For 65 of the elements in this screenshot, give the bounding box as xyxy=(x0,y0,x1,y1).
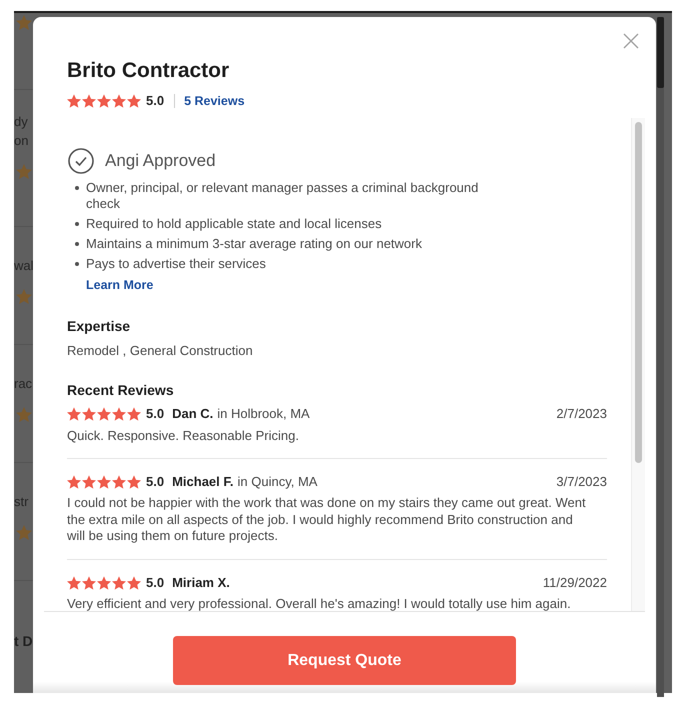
star-icon xyxy=(127,576,141,590)
background-listing-text: on xyxy=(14,132,28,150)
reviewer-location: in Holbrook, MA xyxy=(217,406,310,422)
star-icon xyxy=(112,94,126,108)
review-text: I could not be happier with the work that was done on my stairs they came out great. Went the extra mile on all aspects of the job. I would highly recommend Brito construction and will be using them on future projects. xyxy=(67,495,587,544)
review-date: 2/7/2023 xyxy=(556,406,607,422)
star-icon xyxy=(112,576,126,590)
approval-title: Angi Approved xyxy=(105,151,216,171)
background-listing-text: str xyxy=(14,493,28,511)
review-date: 11/29/2022 xyxy=(542,574,607,590)
reviews-link[interactable]: 5 Reviews xyxy=(184,93,245,109)
star-icon xyxy=(97,407,111,421)
star-icon xyxy=(127,407,141,421)
star-icon xyxy=(82,475,96,489)
rating-score: 5.0 xyxy=(146,574,164,590)
bullet-icon xyxy=(75,186,79,190)
reviewer-name: Dan C. xyxy=(172,406,214,422)
close-icon xyxy=(623,33,639,49)
star-icon xyxy=(97,475,111,489)
star-icon xyxy=(82,576,96,590)
review-text: Very efficient and very professional. Overall he's amazing! I would totally use him again. xyxy=(67,596,572,611)
star-icon xyxy=(112,407,126,421)
rating-score: 5.0 xyxy=(146,93,164,109)
bullet-icon xyxy=(75,222,79,226)
star-icon xyxy=(127,475,141,489)
rating-score: 5.0 xyxy=(146,406,164,422)
star-icon xyxy=(16,525,32,540)
page-scrollbar-thumb[interactable] xyxy=(657,17,664,88)
reviewer-location: in Quincy, MA xyxy=(238,474,318,490)
star-icon xyxy=(82,407,96,421)
review-text: Quick. Responsive. Reasonable Pricing. xyxy=(67,428,300,444)
approval-point: Required to hold applicable state and local licenses xyxy=(86,216,383,232)
review-date: 3/7/2023 xyxy=(556,474,607,490)
star-icon xyxy=(16,15,32,30)
star-icon xyxy=(67,475,81,489)
star-icon xyxy=(67,407,81,421)
rating-score: 5.0 xyxy=(146,474,164,490)
star-icon xyxy=(97,94,111,108)
star-icon xyxy=(112,475,126,489)
star-icon xyxy=(127,94,141,108)
star-icon xyxy=(97,576,111,590)
approval-point: Owner, principal, or relevant manager passes a criminal background check xyxy=(86,180,480,212)
approval-point: Maintains a minimum 3-star average rating on our network xyxy=(86,236,423,252)
star-icon xyxy=(67,576,81,590)
star-icon xyxy=(82,94,96,108)
background-heading: t D xyxy=(14,632,33,650)
approval-point: Pays to advertise their services xyxy=(86,256,267,272)
reviewer-name: Miriam X. xyxy=(172,574,230,590)
scrollbar-thumb[interactable] xyxy=(635,122,642,463)
star-icon xyxy=(16,289,32,304)
star-icon xyxy=(16,164,32,179)
background-listing-text: dy xyxy=(14,113,28,131)
bullet-icon xyxy=(75,262,79,266)
check-circle-icon xyxy=(68,148,94,174)
star-icon xyxy=(67,94,81,108)
background-listing-text: rac xyxy=(14,375,32,393)
business-name: Brito Contractor xyxy=(67,58,230,84)
section-heading: Recent Reviews xyxy=(67,381,175,399)
expertise-text: Remodel , General Construction xyxy=(67,343,254,359)
bullet-icon xyxy=(75,242,79,246)
learn-more-link[interactable]: Learn More xyxy=(86,277,154,293)
background-listing-text: wal xyxy=(14,257,33,275)
section-heading: Expertise xyxy=(67,317,132,335)
reviewer-name: Michael F. xyxy=(172,474,234,490)
star-icon xyxy=(16,407,32,422)
